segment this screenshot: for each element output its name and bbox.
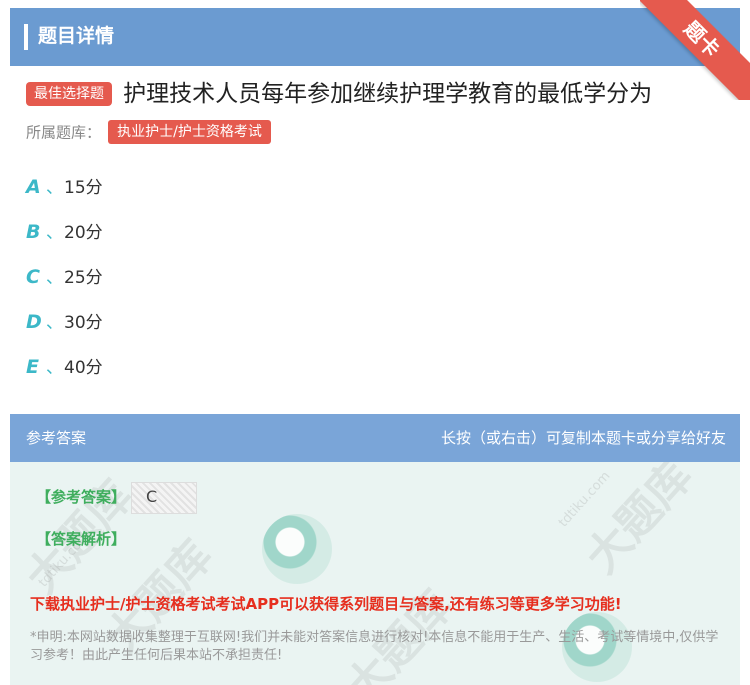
bank-name-link[interactable]: 执业护士/护士资格考试 [108, 120, 271, 144]
option-a[interactable]: A 、15分 [26, 172, 103, 202]
question-text: 护理技术人员每年参加继续护理学教育的最低学分为 [123, 81, 653, 107]
option-letter: B [26, 221, 41, 243]
watermark-text: 大题库 [576, 462, 703, 584]
option-letter: E [26, 356, 39, 378]
bank-label: 所属题库： [26, 123, 102, 142]
answer-value: C [146, 487, 158, 506]
option-text: 15分 [64, 178, 103, 198]
answer-value-box: C [131, 482, 197, 514]
share-hint: 长按（或右击）可复制本题卡或分享给好友 [440, 429, 726, 447]
question-row: 最佳选择题 护理技术人员每年参加继续护理学教育的最低学分为 [26, 78, 746, 110]
option-text: 25分 [64, 268, 103, 288]
question-bank-row: 所属题库： 执业护士/护士资格考试 [26, 120, 271, 144]
app-download-promo[interactable]: 下载执业护士/护士资格考试考试APP可以获得系列题目与答案,还有练习等更多学习功… [30, 593, 622, 614]
option-letter: A [26, 176, 41, 198]
option-c[interactable]: C 、25分 [26, 262, 103, 292]
option-separator: 、 [46, 313, 63, 333]
option-separator: 、 [46, 223, 63, 243]
option-letter: C [26, 266, 40, 288]
answer-section-header: 参考答案 长按（或右击）可复制本题卡或分享给好友 [10, 414, 740, 462]
option-separator: 、 [46, 268, 63, 288]
header-bar: 题目详情 [10, 8, 740, 66]
answer-analysis-label: 【答案解析】 [36, 530, 127, 548]
option-text: 20分 [64, 223, 103, 243]
question-type-badge: 最佳选择题 [26, 82, 112, 106]
option-b[interactable]: B 、20分 [26, 217, 103, 247]
header-accent-bar [24, 24, 28, 50]
watermark-logo [262, 514, 332, 584]
answer-section-body: 大题库 大题库 大题库 大题库 tdtiku.com tdtiku.com 【参… [10, 462, 740, 685]
page-title: 题目详情 [38, 25, 115, 47]
answer-header-title: 参考答案 [26, 429, 87, 447]
disclaimer-text: *申明:本网站数据收集整理于互联网!我们并未能对答案信息进行核对!本信息不能用于… [30, 630, 719, 663]
answer-key-label: 【参考答案】 [36, 488, 127, 506]
option-letter: D [26, 311, 42, 333]
option-d[interactable]: D 、30分 [26, 307, 103, 337]
option-separator: 、 [46, 178, 63, 198]
option-text: 30分 [64, 313, 103, 333]
option-e[interactable]: E 、40分 [26, 352, 103, 382]
option-text: 40分 [64, 358, 103, 378]
option-separator: 、 [46, 358, 63, 378]
